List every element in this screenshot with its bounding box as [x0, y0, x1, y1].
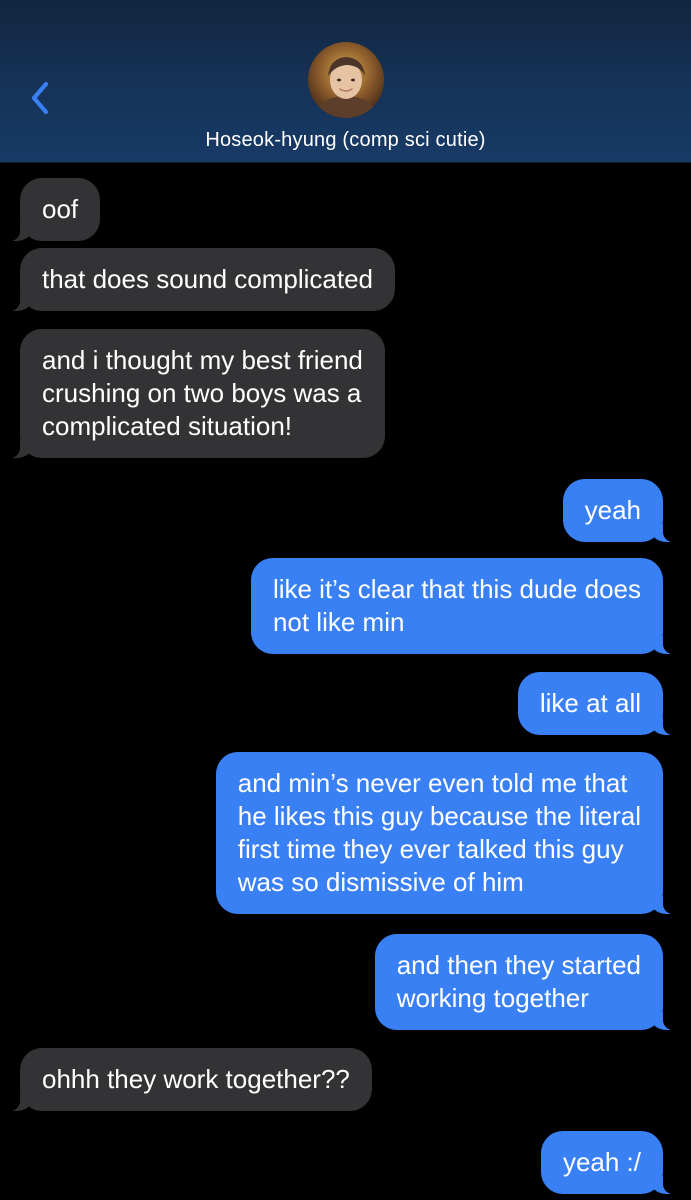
incoming-message-bubble[interactable]: and i thought my best friend crushing on…	[8, 329, 385, 458]
chevron-left-icon	[31, 81, 49, 115]
contact-name[interactable]: Hoseok-hyung (comp sci cutie)	[0, 129, 691, 152]
back-button[interactable]	[22, 76, 62, 120]
incoming-message-bubble[interactable]: that does sound complicated	[8, 248, 395, 311]
contact-avatar[interactable]	[308, 42, 384, 118]
outgoing-message-bubble[interactable]: like at all	[517, 672, 676, 735]
avatar-photo	[308, 42, 384, 118]
incoming-message-bubble[interactable]: ohhh they work together??	[8, 1048, 372, 1111]
outgoing-message-bubble[interactable]: and then they started working together	[374, 934, 676, 1030]
outgoing-message-bubble[interactable]: yeah :/	[540, 1131, 676, 1194]
outgoing-message-bubble[interactable]: and min’s never even told me that he lik…	[215, 752, 676, 914]
outgoing-message-bubble[interactable]: like it’s clear that this dude does not …	[250, 558, 676, 654]
outgoing-message-bubble[interactable]: yeah	[562, 479, 676, 542]
conversation-header: Hoseok-hyung (comp sci cutie)	[0, 0, 691, 163]
message-thread[interactable]: oof that does sound complicated and i th…	[0, 162, 691, 1200]
incoming-message-bubble[interactable]: oof	[7, 178, 101, 241]
